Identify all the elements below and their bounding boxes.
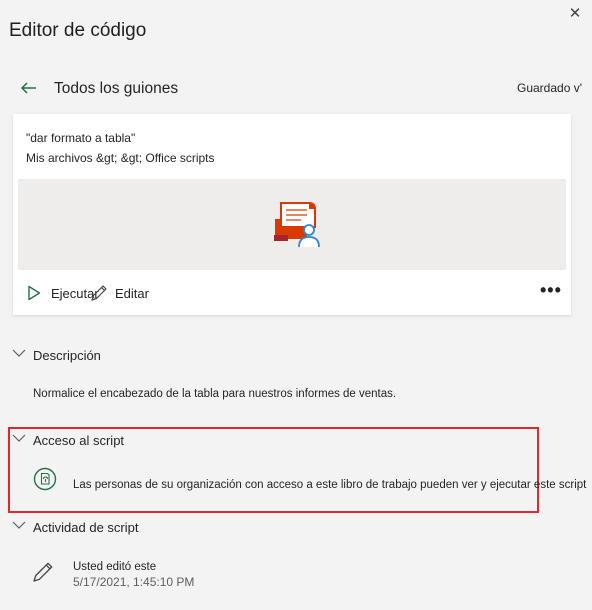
description-text: Normalice el encabezado de la tabla para… bbox=[33, 388, 397, 400]
activity-entry-timestamp: 5/17/2021, 1:45:10 PM bbox=[73, 575, 195, 589]
script-thumbnail bbox=[18, 179, 566, 270]
access-section-toggle[interactable]: Acceso al script bbox=[33, 433, 124, 448]
access-description: Las personas de su organización con acce… bbox=[73, 479, 587, 491]
back-arrow-icon[interactable] bbox=[19, 78, 39, 98]
activity-entry-text: Usted editó este bbox=[73, 561, 157, 573]
more-options-button[interactable]: ••• bbox=[540, 280, 562, 301]
close-icon[interactable]: ✕ bbox=[569, 5, 582, 22]
chevron-down-icon[interactable] bbox=[12, 348, 26, 358]
description-section-toggle[interactable]: Descripción bbox=[33, 348, 101, 363]
back-link[interactable]: Todos los guiones bbox=[54, 80, 178, 98]
script-name: "dar formato a tabla" bbox=[26, 131, 136, 145]
chevron-down-icon[interactable] bbox=[12, 433, 26, 443]
chevron-down-icon[interactable] bbox=[12, 520, 26, 530]
play-icon[interactable] bbox=[27, 285, 41, 301]
script-path: Mis archivos &gt; &gt; Office scripts bbox=[26, 151, 215, 165]
pencil-icon bbox=[33, 562, 53, 582]
script-card: "dar formato a tabla" Mis archivos &gt; … bbox=[13, 114, 571, 315]
close-button[interactable]: ✕ bbox=[566, 5, 584, 23]
pane-title: Editor de código bbox=[9, 20, 147, 41]
edit-button[interactable]: Editar bbox=[115, 286, 149, 301]
saved-status[interactable]: Guardado v' bbox=[517, 81, 582, 95]
pencil-icon[interactable] bbox=[89, 283, 109, 303]
activity-section-toggle[interactable]: Actividad de script bbox=[33, 520, 139, 535]
document-access-icon bbox=[33, 467, 57, 491]
office-script-icon bbox=[274, 202, 320, 248]
